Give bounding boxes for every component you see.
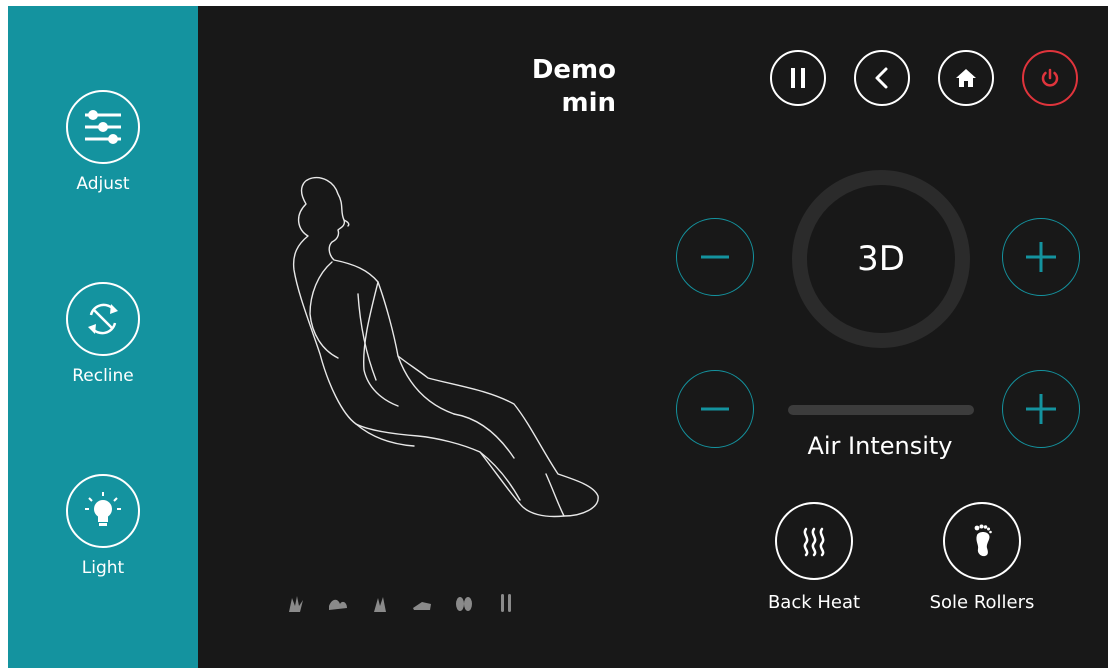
sidebar-item-label-recline: Recline	[72, 366, 134, 386]
feet-icon[interactable]	[454, 592, 474, 614]
title-line-1: Demo	[531, 55, 616, 85]
sole-rollers-circle[interactable]	[943, 502, 1021, 580]
back-button[interactable]	[854, 50, 910, 106]
power-button[interactable]	[1022, 50, 1078, 106]
legs-icon[interactable]	[496, 592, 516, 614]
sidebar-item-light[interactable]: Light	[8, 474, 198, 578]
air-intensity-label: Air Intensity	[807, 432, 953, 460]
recline-button[interactable]	[66, 282, 140, 356]
minus-icon	[701, 407, 729, 411]
back-heat-button[interactable]: Back Heat	[744, 502, 884, 613]
power-icon	[1041, 68, 1059, 87]
air-decrease-button[interactable]	[676, 370, 754, 448]
home-button[interactable]	[938, 50, 994, 106]
mode-increase-button[interactable]	[1002, 218, 1080, 296]
footprint-icon	[974, 524, 992, 557]
massage-mode-icons	[286, 592, 516, 614]
sole-rollers-label: Sole Rollers	[929, 592, 1035, 613]
chevron-left-icon	[875, 67, 888, 89]
sidebar-item-label-light: Light	[81, 558, 125, 578]
back-heat-label: Back Heat	[767, 592, 861, 613]
air-increase-button[interactable]	[1002, 370, 1080, 448]
roll-icon[interactable]	[412, 592, 432, 614]
knead-icon[interactable]	[328, 592, 348, 614]
hands-icon[interactable]	[286, 592, 306, 614]
main-panel: Demo min 3D Air Intensity Back Heat Sole…	[198, 6, 1108, 668]
light-button[interactable]	[66, 474, 140, 548]
lightbulb-icon	[85, 492, 121, 526]
sidebar-item-recline[interactable]: Recline	[8, 282, 198, 386]
plus-icon	[1026, 394, 1056, 424]
pause-button[interactable]	[770, 50, 826, 106]
sliders-icon	[85, 110, 121, 144]
app-frame: Adjust Recline Light Demo min 3D Air Int…	[8, 6, 1108, 668]
mode-label: 3D	[857, 239, 905, 279]
body-figure	[292, 176, 599, 518]
heat-waves-icon	[803, 527, 825, 557]
sole-rollers-button[interactable]: Sole Rollers	[912, 502, 1052, 613]
mode-dial: 3D	[792, 170, 970, 348]
tap-icon[interactable]	[370, 592, 390, 614]
air-intensity-track[interactable]	[788, 405, 974, 415]
recline-icon	[88, 303, 118, 335]
page-title: Demo min	[516, 54, 616, 120]
plus-icon	[1026, 242, 1056, 272]
sidebar: Adjust Recline Light	[8, 6, 198, 668]
pause-icon	[791, 68, 805, 88]
sidebar-item-label-adjust: Adjust	[76, 174, 130, 194]
back-heat-circle[interactable]	[775, 502, 853, 580]
sidebar-item-adjust[interactable]: Adjust	[8, 90, 198, 194]
mode-decrease-button[interactable]	[676, 218, 754, 296]
home-icon	[956, 69, 976, 87]
adjust-button[interactable]	[66, 90, 140, 164]
title-line-2: min	[561, 88, 616, 118]
minus-icon	[701, 255, 729, 259]
